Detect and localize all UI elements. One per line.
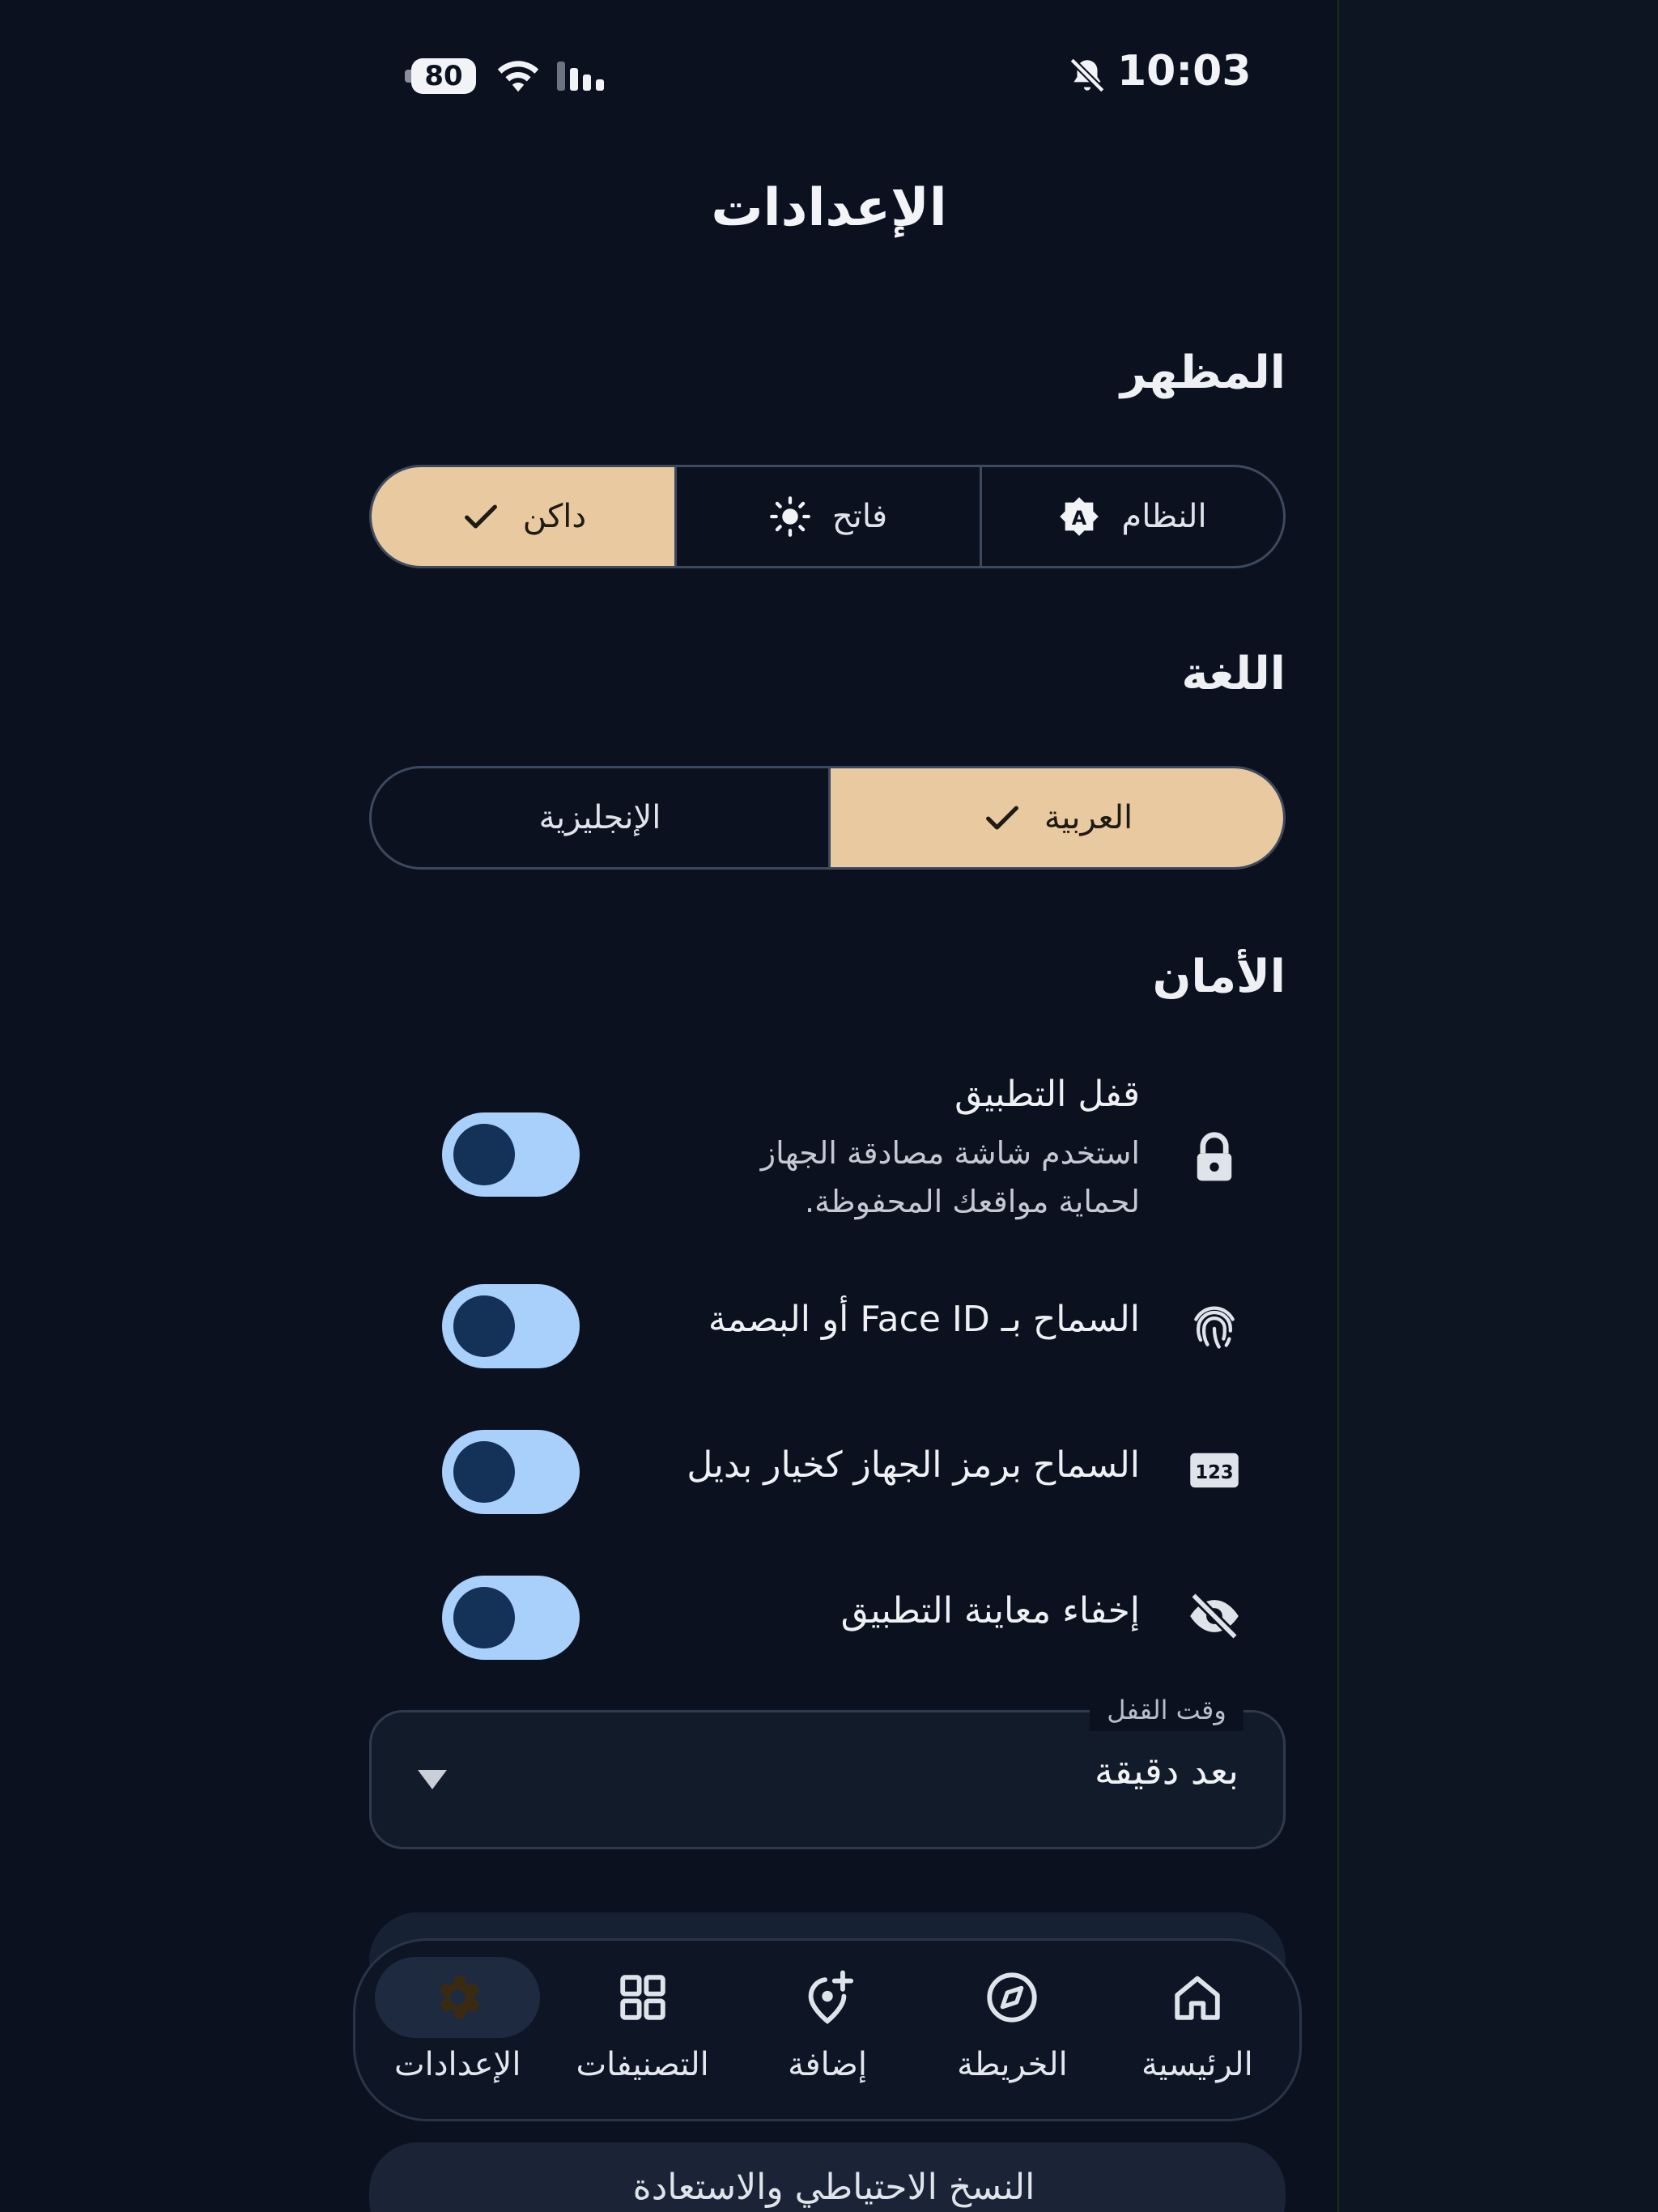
bottom-navigation: الإعدادات التصنيفات إضافة الخريطة الرئيس…: [353, 1938, 1302, 2121]
nav-icon-container: [560, 1957, 725, 2038]
nav-item-add[interactable]: إضافة: [735, 1957, 920, 2119]
check-icon: [985, 806, 1018, 830]
app-lock-subtitle-line2: لحماية مواقعك المحفوظة.: [804, 1184, 1140, 1219]
security-section-title: الأمان: [1152, 951, 1286, 1003]
toggle-knob: [453, 1587, 515, 1648]
battery-cap: [405, 70, 411, 83]
appearance-section-title: المظهر: [1120, 347, 1286, 399]
nav-icon-container: [745, 1957, 910, 2038]
lock-time-value: بعد دقيقة: [1094, 1749, 1239, 1793]
svg-text:123: 123: [1195, 1462, 1233, 1483]
svg-text:A: A: [1072, 507, 1087, 530]
battery-indicator: 80: [405, 58, 476, 94]
nav-item-map[interactable]: الخريطة: [920, 1957, 1104, 2119]
compass-icon: [987, 1972, 1038, 2023]
page-title: الإعدادات: [711, 178, 947, 238]
home-icon: [1175, 1976, 1220, 2020]
app-lock-subtitle-line1: استخدم شاشة مصادقة الجهاز: [760, 1135, 1140, 1171]
theme-option-label: داكن: [522, 498, 587, 535]
wifi-icon: [497, 61, 539, 92]
hide-preview-toggle[interactable]: [442, 1576, 580, 1660]
toggle-knob: [453, 1124, 515, 1185]
toggle-knob: [453, 1295, 515, 1357]
auto-brightness-icon: A: [1060, 497, 1099, 536]
cellular-signal-icon: [557, 62, 604, 91]
theme-option-dark[interactable]: داكن: [372, 467, 674, 566]
nav-label: إضافة: [788, 2046, 867, 2083]
theme-option-system[interactable]: A النظام: [980, 467, 1283, 566]
grid-icon: [619, 1975, 665, 2020]
language-option-label: الإنجليزية: [538, 799, 661, 836]
settings-screen: 10:03 80 الإعدادات المظهر داكن فاتح A ال…: [0, 0, 1658, 2212]
add-location-icon: [808, 1970, 854, 2024]
battery-level: 80: [411, 58, 476, 94]
theme-option-light[interactable]: فاتح: [674, 467, 980, 566]
language-option-arabic[interactable]: العربية: [828, 768, 1283, 867]
status-time: 10:03: [1117, 47, 1252, 96]
nav-icon-container: [1115, 1957, 1280, 2038]
bell-muted-icon: [1069, 57, 1105, 93]
passcode-123-icon: 123: [1190, 1453, 1239, 1488]
nav-icon-container: [929, 1957, 1095, 2038]
nav-label: التصنيفات: [576, 2046, 709, 2083]
nav-item-settings[interactable]: الإعدادات: [365, 1957, 550, 2119]
nav-label: الخريطة: [957, 2046, 1068, 2083]
toggle-knob: [453, 1441, 515, 1503]
biometric-toggle[interactable]: [442, 1284, 580, 1368]
fingerprint-icon: [1194, 1306, 1235, 1349]
dropdown-arrow-icon[interactable]: [418, 1770, 447, 1789]
nav-label: الإعدادات: [393, 2046, 521, 2083]
theme-option-label: النظام: [1121, 498, 1207, 535]
eye-off-icon: [1190, 1592, 1239, 1640]
language-option-english[interactable]: الإنجليزية: [372, 768, 828, 867]
backup-restore-label: النسخ الاحتياطي والاستعادة: [632, 2167, 1035, 2208]
nav-active-indicator: [375, 1957, 541, 2038]
nav-item-home[interactable]: الرئيسية: [1105, 1957, 1290, 2119]
language-segmented-control: الإنجليزية العربية: [369, 766, 1286, 870]
lock-time-label: وقت القفل: [1090, 1689, 1244, 1731]
theme-segmented-control: داكن فاتح A النظام: [369, 465, 1286, 568]
app-lock-toggle[interactable]: [442, 1112, 580, 1197]
lock-icon: [1197, 1132, 1232, 1181]
check-icon: [464, 504, 497, 529]
side-panel-background: [1337, 0, 1658, 2212]
nav-item-categories[interactable]: التصنيفات: [550, 1957, 734, 2119]
theme-option-label: فاتح: [831, 498, 888, 535]
nav-label: الرئيسية: [1141, 2046, 1253, 2083]
settings-icon: [440, 1976, 481, 2019]
language-option-label: العربية: [1044, 799, 1133, 836]
sun-icon: [769, 496, 810, 537]
passcode-fallback-toggle[interactable]: [442, 1430, 580, 1514]
language-section-title: اللغة: [1181, 648, 1286, 700]
